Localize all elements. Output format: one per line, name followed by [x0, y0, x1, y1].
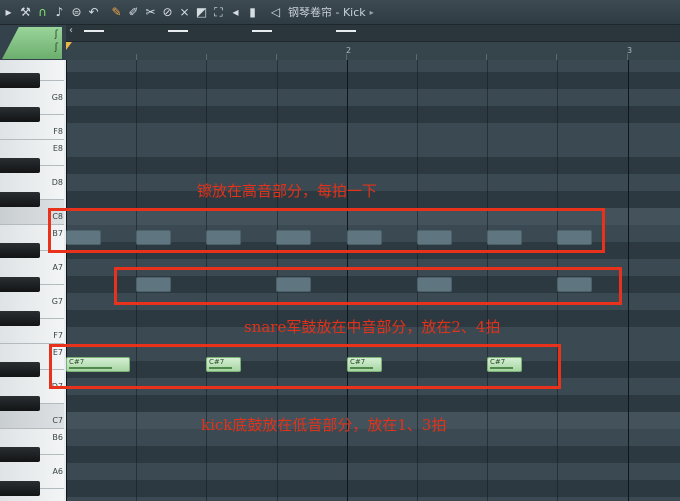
window-title-text: 钢琴卷帘 - Kick — [288, 6, 366, 19]
beat-line — [66, 60, 67, 501]
chevron-left-icon[interactable]: ‹ — [69, 25, 73, 36]
toolbar: ▸ ⚒ ∩ ♪ ⊜ ↶ ✎ ✐ ✂ ⊘ ⨯ ◩ ⛶ ◂ ▮ ◁ 钢琴卷帘 - K… — [0, 0, 680, 25]
grid-row[interactable] — [66, 123, 680, 140]
grid-row[interactable] — [66, 480, 680, 497]
piano-key-black[interactable] — [0, 192, 40, 207]
curve-icon-2: ʃ — [54, 42, 58, 53]
grid-row[interactable] — [66, 106, 680, 123]
piano-keyboard[interactable]: G8F8E8D8C8B7A7G7F7E7D7C7B6A6G6 — [0, 60, 67, 501]
wrench-icon[interactable]: ⚒ — [17, 2, 34, 22]
key-label: E8 — [52, 144, 63, 153]
overview-mark — [252, 30, 272, 32]
mute-icon[interactable]: ⊘ — [159, 2, 176, 22]
tools-icon[interactable]: ⊜ — [68, 2, 85, 22]
annotation-kick: kick底鼓放在低音部分，放在1、3拍 — [201, 416, 447, 434]
slice-icon[interactable]: ⨯ — [176, 2, 193, 22]
curve-icon: ʃ — [54, 29, 58, 40]
arrow-right-icon[interactable]: ▸ — [0, 2, 17, 22]
title-arrow-icon: ▸ — [369, 7, 374, 17]
grid-row[interactable] — [66, 463, 680, 480]
overview-mark — [168, 30, 188, 32]
undo-icon[interactable]: ↶ — [85, 2, 102, 22]
magnet-icon[interactable]: ∩ — [34, 2, 51, 22]
annotation-box-snare — [114, 267, 622, 305]
key-label: D8 — [51, 178, 63, 187]
overview-strip[interactable]: ‹ — [66, 25, 680, 42]
piano-key-black[interactable] — [0, 447, 40, 462]
time-ruler[interactable]: 2 3 — [66, 42, 680, 61]
piano-key-black[interactable] — [0, 362, 40, 377]
piano-key-black[interactable] — [0, 311, 40, 326]
grid-row[interactable] — [66, 157, 680, 174]
overview-mark — [84, 30, 104, 32]
note-icon[interactable]: ♪ — [51, 2, 68, 22]
playhead-marker-icon[interactable] — [66, 42, 72, 50]
delete-icon[interactable]: ✂ — [142, 2, 159, 22]
piano-key-black[interactable] — [0, 107, 40, 122]
overview-mark — [336, 30, 356, 32]
piano-key-black[interactable] — [0, 396, 40, 411]
piano-key-black[interactable] — [0, 158, 40, 173]
grid-row[interactable] — [66, 60, 680, 72]
annotation-snare: snare军鼓放在中音部分，放在2、4拍 — [244, 318, 501, 336]
key-label: C7 — [52, 416, 63, 425]
pencil-icon[interactable]: ✎ — [108, 2, 125, 22]
grid-row[interactable] — [66, 72, 680, 89]
key-label: B6 — [52, 433, 63, 442]
key-label: A7 — [52, 263, 63, 272]
annotation-cymbal: 镲放在高音部分，每拍一下 — [197, 182, 378, 200]
playback-icon[interactable]: ◂ — [227, 2, 244, 22]
select-icon[interactable]: ◩ — [193, 2, 210, 22]
grid-row[interactable] — [66, 395, 680, 412]
brush-icon[interactable]: ✐ — [125, 2, 142, 22]
key-label: G7 — [51, 297, 63, 306]
piano-key-black[interactable] — [0, 277, 40, 292]
piano-key-black[interactable] — [0, 481, 40, 496]
speaker-icon[interactable]: ▮ — [244, 2, 261, 22]
grid-row[interactable] — [66, 497, 680, 501]
grid-row[interactable] — [66, 140, 680, 157]
grid-row[interactable] — [66, 89, 680, 106]
beat-line — [627, 60, 629, 501]
key-label: F7 — [53, 331, 63, 340]
key-label: A6 — [52, 467, 63, 476]
piano-key-black[interactable] — [0, 73, 40, 88]
speaker-left-icon[interactable]: ◁ — [267, 2, 284, 22]
annotation-box-cymbal — [48, 208, 605, 253]
key-label: G8 — [51, 93, 63, 102]
key-label: F8 — [53, 127, 63, 136]
zoom-icon[interactable]: ⛶ — [210, 2, 227, 22]
window-title[interactable]: 钢琴卷帘 - Kick ▸ — [288, 4, 374, 20]
piano-key-black[interactable] — [0, 243, 40, 258]
grid-row[interactable] — [66, 446, 680, 463]
annotation-box-kick — [49, 344, 561, 389]
